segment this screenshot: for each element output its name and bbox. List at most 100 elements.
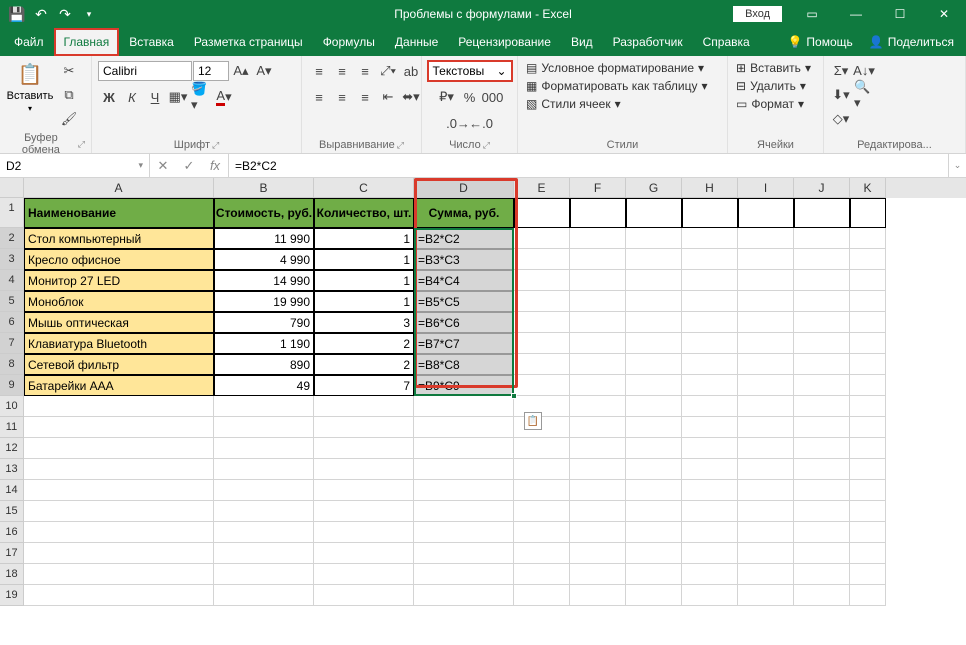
cell[interactable]: 1 [314,291,414,312]
tab-help[interactable]: Справка [693,28,760,56]
cell[interactable] [682,333,738,354]
orientation-icon[interactable]: ⤢▾ [377,60,399,82]
cell[interactable]: Сетевой фильтр [24,354,214,375]
decrease-indent-icon[interactable]: ⇤ [377,86,399,108]
cell[interactable] [794,501,850,522]
row-header[interactable]: 13 [0,459,24,480]
cell[interactable] [738,459,794,480]
copy-icon[interactable]: ⧉ [58,84,80,106]
cell[interactable] [738,375,794,396]
cell[interactable] [570,459,626,480]
cell[interactable] [514,312,570,333]
format-as-table-button[interactable]: ▦Форматировать как таблицу▾ [524,78,710,94]
cell[interactable] [738,333,794,354]
cell[interactable] [214,459,314,480]
col-header-A[interactable]: A [24,178,214,198]
row-header[interactable]: 6 [0,312,24,333]
cell[interactable]: =B6*C6 [414,312,514,333]
fx-icon[interactable]: fx [202,155,228,177]
customize-qat-icon[interactable]: ▾ [78,3,100,25]
tab-page-layout[interactable]: Разметка страницы [184,28,313,56]
cell[interactable]: 2 [314,333,414,354]
cell[interactable] [738,585,794,606]
row-header[interactable]: 1 [0,198,24,228]
font-name-combo[interactable] [98,61,192,81]
row-header[interactable]: 3 [0,249,24,270]
cell[interactable] [738,198,794,228]
cell[interactable] [214,564,314,585]
cell[interactable] [314,459,414,480]
cell[interactable] [738,354,794,375]
currency-icon[interactable]: ₽▾ [436,86,458,108]
cell[interactable] [738,564,794,585]
cell[interactable] [682,228,738,249]
cell[interactable] [514,396,570,417]
cell[interactable]: 7 [314,375,414,396]
cell[interactable]: Сумма, руб. [414,198,514,228]
align-bottom-icon[interactable]: ≡ [354,60,376,82]
tab-developer[interactable]: Разработчик [603,28,693,56]
cell[interactable] [794,291,850,312]
col-header-J[interactable]: J [794,178,850,198]
cell[interactable] [626,522,682,543]
cell[interactable] [626,333,682,354]
cell[interactable]: 890 [214,354,314,375]
cell[interactable] [682,543,738,564]
cell[interactable] [24,543,214,564]
cell[interactable] [24,564,214,585]
cell[interactable]: Клавиатура Bluetooth [24,333,214,354]
cell[interactable] [626,312,682,333]
cell[interactable] [214,417,314,438]
cell[interactable] [570,585,626,606]
cell[interactable] [738,417,794,438]
borders-icon[interactable]: ▦▾ [167,86,189,108]
cell[interactable]: 2 [314,354,414,375]
cell[interactable] [214,396,314,417]
format-painter-icon[interactable]: 🖌 [58,108,80,130]
cell[interactable] [214,585,314,606]
cell[interactable] [514,459,570,480]
cell[interactable] [24,438,214,459]
cell[interactable] [794,198,850,228]
cell[interactable] [794,375,850,396]
cell[interactable] [626,459,682,480]
cell[interactable] [738,396,794,417]
cell[interactable] [514,564,570,585]
cell[interactable] [570,543,626,564]
cell[interactable]: Стоимость, руб. [214,198,314,228]
row-header[interactable]: 19 [0,585,24,606]
align-right-icon[interactable]: ≡ [354,86,376,108]
cell[interactable] [414,585,514,606]
col-header-C[interactable]: C [314,178,414,198]
tab-data[interactable]: Данные [385,28,448,56]
cell[interactable]: =B2*C2 [414,228,514,249]
cell[interactable] [514,354,570,375]
delete-cells-button[interactable]: ⊟Удалить▾ [734,78,808,94]
autosum-icon[interactable]: Σ▾ [830,60,852,82]
cell[interactable] [514,249,570,270]
cut-icon[interactable]: ✂ [58,60,80,82]
cell[interactable] [314,417,414,438]
cell[interactable] [24,480,214,501]
cell[interactable] [682,249,738,270]
cell[interactable] [570,270,626,291]
row-header[interactable]: 8 [0,354,24,375]
cell[interactable] [794,270,850,291]
cell[interactable] [414,564,514,585]
cell[interactable] [570,501,626,522]
cell[interactable] [850,522,886,543]
cell[interactable] [850,249,886,270]
cell[interactable] [794,543,850,564]
cell[interactable] [570,522,626,543]
cell[interactable]: 1 [314,249,414,270]
cell-styles-button[interactable]: ▧Стили ячеек▾ [524,96,623,112]
cell[interactable] [738,270,794,291]
cell[interactable] [794,333,850,354]
cell[interactable] [314,585,414,606]
cell[interactable] [570,354,626,375]
cell[interactable] [626,585,682,606]
cell[interactable] [794,480,850,501]
select-all-corner[interactable] [0,178,24,198]
comma-icon[interactable]: 000 [482,86,504,108]
cell[interactable] [24,522,214,543]
